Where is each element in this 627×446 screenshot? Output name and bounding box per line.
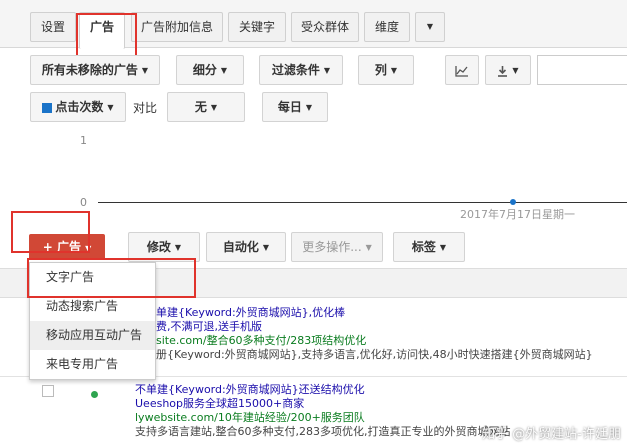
line-chart-icon: [455, 65, 468, 77]
status-dot: [91, 391, 98, 398]
metric-color-swatch: [42, 102, 53, 113]
more-actions-dropdown[interactable]: 更多操作... ▼: [291, 232, 383, 262]
status-filter-label: 所有未移除的广告: [41, 63, 138, 77]
more-actions-label: 更多操作...: [302, 240, 362, 254]
highlight-text-ad: [27, 258, 196, 298]
download-icon: [498, 65, 508, 77]
filter-label: 过滤条件: [271, 63, 320, 77]
compare-value: 无: [194, 100, 207, 114]
labels-dropdown[interactable]: 标签 ▼: [393, 232, 465, 262]
ad-headline[interactable]: 单建{Keyword:外贸商城网站},优化棒: [156, 306, 627, 320]
tab-settings[interactable]: 设置: [30, 12, 76, 42]
ad-display-url: site.com/整合60多种支付/283项结构优化: [156, 334, 367, 347]
automate-label: 自动化: [222, 240, 259, 254]
compare-label: 对比: [133, 101, 158, 115]
table-row: 单建{Keyword:外贸商城网站},优化棒 费,不满可退,送手机版 site.…: [156, 306, 627, 362]
menu-item-app-engagement-ad[interactable]: 移动应用互动广告: [30, 321, 155, 350]
chevron-down-icon: ▼: [107, 102, 114, 112]
ad-headline-2: Ueeshop服务全球超15000+商家: [135, 397, 305, 410]
ad-description: 册{Keyword:外贸商城网站},支持多语言,优化好,访问快,48小时快速搭建…: [156, 348, 593, 361]
automate-dropdown[interactable]: 自动化 ▼: [206, 232, 286, 262]
watermark: 知乎 @外贸建站-许廷朋: [482, 427, 621, 442]
chevron-down-icon: ▼: [220, 65, 228, 75]
chevron-down-icon: ▼: [365, 242, 372, 252]
tab-ad-extensions[interactable]: 广告附加信息: [131, 12, 223, 42]
segment-label: 细分: [192, 63, 217, 77]
chevron-down-icon: ▼: [141, 65, 149, 75]
chevron-down-icon: ▼: [390, 65, 398, 75]
chevron-down-icon: ▼: [439, 242, 447, 252]
tab-dimensions[interactable]: 维度: [364, 12, 410, 42]
chevron-down-icon: ▼: [210, 102, 218, 112]
status-filter-dropdown[interactable]: 所有未移除的广告 ▼: [30, 55, 160, 85]
search-input[interactable]: [537, 55, 627, 85]
highlight-add-ad: [11, 211, 90, 253]
metric-label: 点击次数: [55, 100, 104, 114]
columns-dropdown[interactable]: 列 ▼: [358, 55, 414, 85]
x-tick-label: 2017年7月17日星期一: [460, 208, 575, 221]
period-dropdown[interactable]: 每日 ▼: [262, 92, 328, 122]
chevron-down-icon: ▼: [512, 65, 519, 75]
compare-dropdown[interactable]: 无 ▼: [167, 92, 245, 122]
columns-label: 列: [374, 63, 387, 77]
download-dropdown[interactable]: ▼: [485, 55, 531, 85]
chevron-down-icon: ▼: [426, 22, 434, 31]
chevron-down-icon: ▼: [305, 102, 313, 112]
ad-headline[interactable]: 不单建{Keyword:外贸商城网站}还送结构优化: [135, 383, 627, 397]
highlight-ads-tab: [76, 13, 137, 59]
data-point: [510, 199, 516, 205]
edit-label: 修改: [146, 240, 171, 254]
tab-audiences[interactable]: 受众群体: [291, 12, 359, 42]
y-tick-0: 0: [80, 196, 87, 209]
chart-toggle-button[interactable]: [445, 55, 479, 85]
menu-item-call-only-ad[interactable]: 来电专用广告: [30, 350, 155, 379]
segment-dropdown[interactable]: 细分 ▼: [176, 55, 244, 85]
period-value: 每日: [277, 100, 302, 114]
tab-keywords[interactable]: 关键字: [228, 12, 286, 42]
chevron-down-icon: ▼: [323, 65, 331, 75]
ad-headline-2: 费,不满可退,送手机版: [156, 320, 262, 333]
row-checkbox[interactable]: [42, 385, 54, 397]
metric-dropdown[interactable]: 点击次数 ▼: [30, 92, 126, 122]
y-tick-1: 1: [80, 134, 87, 147]
tabs-more-button[interactable]: ▼: [415, 12, 445, 42]
chevron-down-icon: ▼: [262, 242, 270, 252]
filter-dropdown[interactable]: 过滤条件 ▼: [259, 55, 343, 85]
labels-label: 标签: [411, 240, 436, 254]
series-line-clicks: [98, 202, 627, 203]
